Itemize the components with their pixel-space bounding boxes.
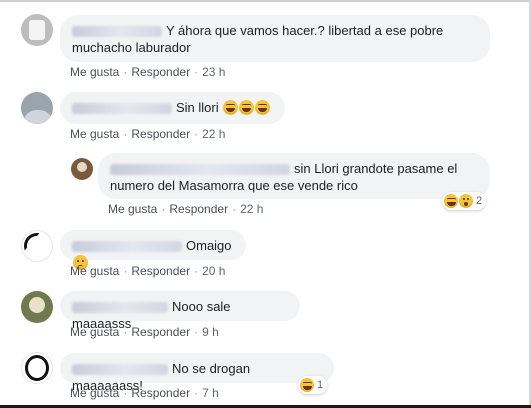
comment-actions: Me gusta · Responder · 7 h [70, 386, 219, 400]
comment-bubble: sin Llori grandote pasame el numero del … [98, 153, 490, 199]
window-top-border [0, 0, 531, 2]
timestamp[interactable]: 9 h [202, 325, 219, 339]
reaction-count: 1 [317, 379, 324, 391]
author-name[interactable] [110, 164, 290, 176]
comment-bubble: No se drogan maaaaaass! [60, 353, 334, 393]
comment-actions: Me gusta · Responder · 22 h [70, 127, 226, 141]
avatar[interactable] [71, 158, 93, 180]
timestamp[interactable]: 22 h [202, 127, 225, 141]
reply-link[interactable]: Responder [169, 202, 228, 216]
reply-link[interactable]: Responder [131, 264, 190, 278]
author-name[interactable] [72, 103, 172, 115]
like-link[interactable]: Me gusta [70, 65, 119, 79]
like-link[interactable]: Me gusta [70, 325, 119, 339]
reaction-summary[interactable]: 1 [298, 376, 328, 394]
timestamp[interactable]: 20 h [202, 264, 225, 278]
comment-bubble: Sin llori [60, 92, 285, 124]
laughing-emoji-icon [239, 100, 255, 115]
reply-link[interactable]: Responder [131, 386, 190, 400]
comment-text: Sin llori [176, 100, 219, 115]
comment-actions: Me gusta · Responder · 23 h [70, 65, 226, 79]
avatar[interactable] [21, 352, 53, 384]
comment-bubble: Nooo sale maaaasss [60, 291, 300, 331]
timestamp[interactable]: 22 h [240, 202, 263, 216]
avatar[interactable] [21, 230, 53, 262]
comment-actions: Me gusta · Responder · 9 h [70, 325, 219, 339]
comment-bubble: Y áhora que vamos hacer.? libertad a ese… [60, 15, 490, 62]
reply-link[interactable]: Responder [131, 65, 190, 79]
laughing-emoji-icon [300, 378, 314, 392]
avatar[interactable] [21, 14, 53, 46]
like-link[interactable]: Me gusta [70, 264, 119, 278]
laughing-emoji-icon [223, 100, 239, 115]
comment-text: Omaigo [186, 238, 232, 253]
author-name[interactable] [72, 364, 168, 376]
reply-link[interactable]: Responder [131, 127, 190, 141]
author-name[interactable] [72, 241, 182, 253]
wow-emoji-icon [459, 194, 473, 208]
comment-bubble: Omaigo [60, 230, 246, 270]
laughing-emoji-icon [255, 100, 271, 115]
reaction-summary[interactable]: 2 [442, 192, 487, 210]
like-link[interactable]: Me gusta [108, 202, 157, 216]
comment-actions: Me gusta · Responder · 22 h [108, 202, 264, 216]
author-name[interactable] [72, 26, 162, 38]
author-name[interactable] [72, 302, 168, 314]
like-link[interactable]: Me gusta [70, 127, 119, 141]
timestamp[interactable]: 23 h [202, 65, 225, 79]
reply-link[interactable]: Responder [131, 325, 190, 339]
laughing-emoji-icon [444, 194, 458, 208]
comment-actions: Me gusta · Responder · 20 h [70, 264, 226, 278]
avatar[interactable] [21, 291, 53, 323]
timestamp[interactable]: 7 h [202, 386, 219, 400]
like-link[interactable]: Me gusta [70, 386, 119, 400]
avatar[interactable] [21, 92, 53, 124]
reaction-count: 2 [476, 195, 483, 207]
